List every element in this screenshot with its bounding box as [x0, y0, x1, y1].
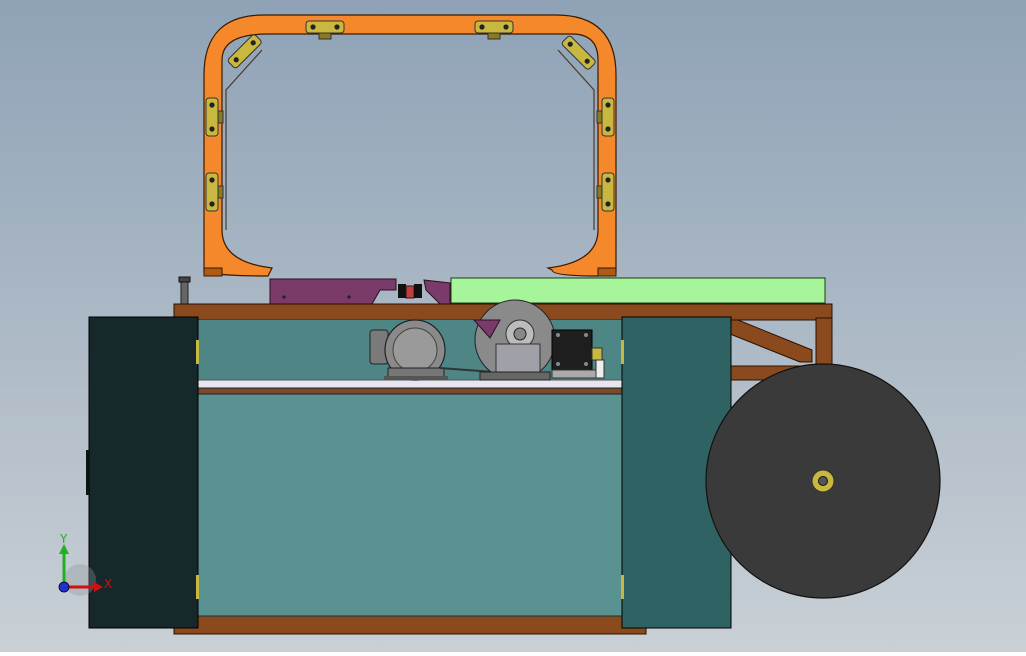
tension-roller[interactable] — [398, 284, 422, 299]
axis-x-label: X — [104, 577, 112, 591]
strap-coil-wheel[interactable] — [705, 363, 941, 599]
bolt-head — [178, 276, 191, 283]
axis-y-label: Y — [59, 532, 68, 546]
strap-wheel[interactable] — [472, 299, 556, 381]
feed-table-block[interactable] — [450, 277, 826, 304]
left-side-panel[interactable] — [86, 316, 199, 629]
cad-viewport[interactable]: Y X — [0, 0, 1026, 652]
arch-left-foot — [203, 267, 223, 277]
bolt-post — [180, 278, 189, 306]
cabinet-shelf-lip — [197, 387, 623, 395]
arch-right-foot — [597, 267, 617, 277]
cabinet-shelf — [197, 379, 623, 389]
